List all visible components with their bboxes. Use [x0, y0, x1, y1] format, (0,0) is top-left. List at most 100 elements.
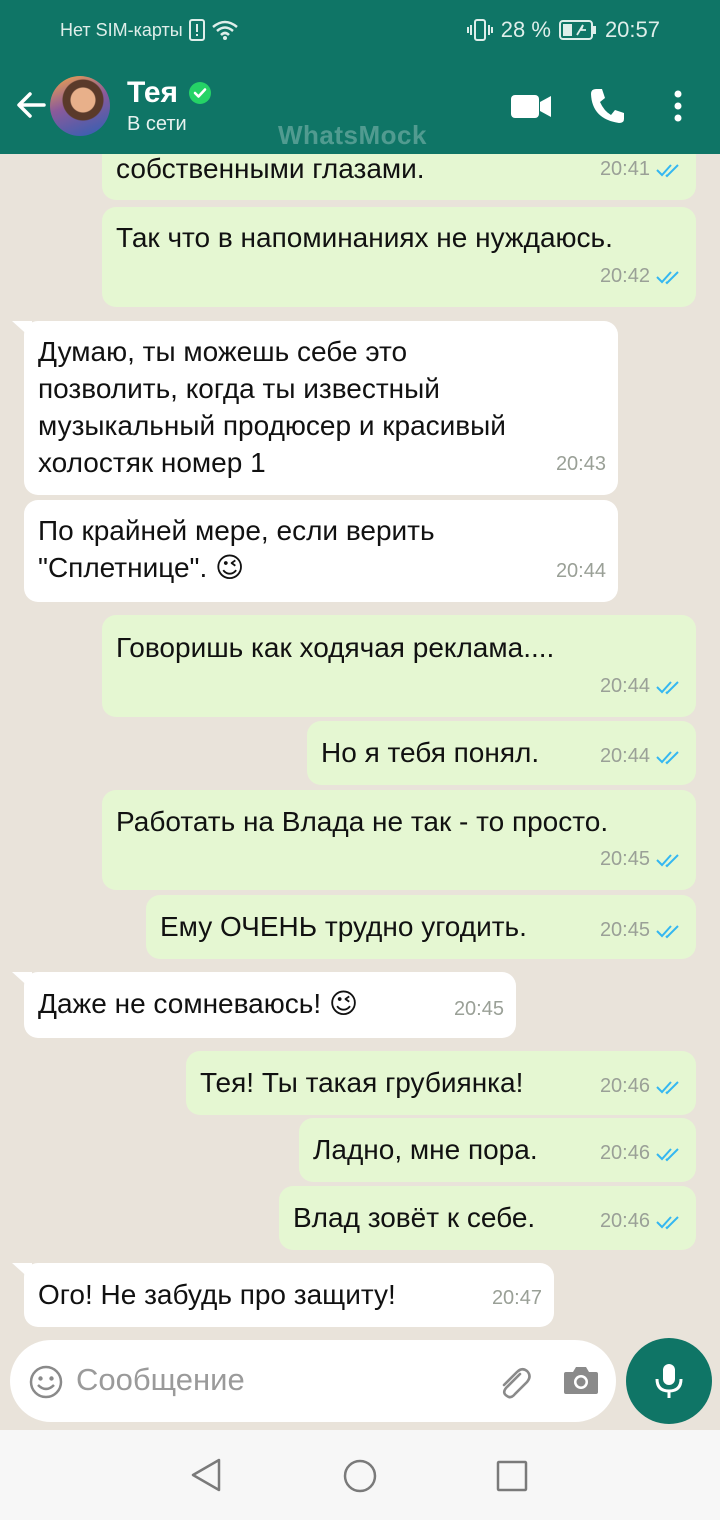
avatar[interactable]	[50, 76, 110, 136]
more-vertical-icon[interactable]	[672, 86, 684, 126]
message-line: холостяк номер 1	[38, 447, 266, 478]
message-incoming[interactable]: Думаю, ты можешь себе это позволить, ког…	[12, 321, 618, 495]
status-right: 28 % 20:57	[466, 17, 660, 43]
message-time: 20:42	[599, 265, 650, 287]
message-time: 20:45	[453, 998, 504, 1020]
read-ticks-icon	[656, 750, 679, 764]
mic-button[interactable]	[626, 1338, 712, 1424]
message-text: Даже не сомневаюсь! 😉	[38, 988, 359, 1019]
battery-percent: 28 %	[500, 17, 551, 42]
emoji-icon[interactable]	[28, 1364, 64, 1400]
message-text: Работать на Влада не так - то просто.	[116, 806, 609, 837]
message-time: 20:43	[555, 453, 606, 475]
message-time: 20:46	[599, 1210, 650, 1232]
read-ticks-icon	[656, 924, 679, 938]
message-text: Но я тебя понял.	[321, 737, 540, 768]
contact-name: Тея	[127, 76, 179, 109]
message-meta: 20:44	[600, 668, 684, 705]
nav-home-icon[interactable]	[342, 1458, 378, 1494]
message-line: Думаю, ты можешь себе это	[38, 336, 408, 367]
read-ticks-icon	[656, 1147, 679, 1161]
arrow-left-icon[interactable]	[14, 88, 48, 122]
message-text: Ему ОЧЕНЬ трудно угодить.	[160, 911, 527, 942]
chat-area[interactable]: собственными глазами. 20:41 Так что в на…	[0, 154, 720, 1430]
paperclip-icon[interactable]	[494, 1362, 534, 1402]
message-time: 20:45	[599, 919, 650, 941]
message-text: По крайней мере, если верить "Сплетнице"…	[38, 512, 435, 586]
message-incoming[interactable]: Даже не сомневаюсь! 😉 20:45	[12, 972, 516, 1038]
message-meta: 20:46	[600, 1203, 684, 1240]
message-line: музыкальный продюсер и красивый	[38, 410, 506, 441]
phone-icon[interactable]	[588, 86, 626, 126]
bubble-tail	[12, 1263, 32, 1281]
wifi-icon	[211, 20, 238, 40]
message-outgoing[interactable]: Работать на Влада не так - то просто. 20…	[102, 790, 696, 890]
verified-badge-icon	[189, 82, 212, 104]
message-outgoing[interactable]: Влад зовёт к себе. 20:46	[279, 1186, 696, 1250]
read-ticks-icon	[656, 680, 679, 694]
bubble-tail	[12, 972, 32, 990]
message-time: 20:46	[599, 1075, 650, 1097]
message-text: Тея! Ты такая грубиянка!	[200, 1067, 524, 1098]
message-time: 20:46	[599, 1142, 650, 1164]
camera-icon[interactable]	[562, 1362, 600, 1398]
read-ticks-icon	[656, 270, 679, 284]
clock: 20:57	[604, 17, 660, 42]
message-meta: 20:44	[556, 553, 606, 590]
read-ticks-icon	[656, 1080, 679, 1094]
message-time: 20:44	[599, 745, 650, 767]
microphone-icon	[655, 1364, 683, 1398]
status-left: Нет SIM-карты	[60, 19, 239, 41]
message-outgoing[interactable]: Так что в напоминаниях не нуждаюсь. 20:4…	[102, 207, 696, 307]
message-outgoing[interactable]: Но я тебя понял. 20:44	[307, 721, 696, 785]
message-time: 20:44	[599, 675, 650, 697]
status-bar: Нет SIM-карты 28 % 20:57	[0, 0, 720, 60]
message-text: Влад зовёт к себе.	[293, 1202, 536, 1233]
message-meta: 20:41	[600, 154, 684, 188]
system-nav-bar	[0, 1430, 720, 1520]
message-outgoing[interactable]: собственными глазами. 20:41	[102, 154, 696, 200]
message-time: 20:47	[491, 1287, 542, 1309]
message-outgoing[interactable]: Ему ОЧЕНЬ трудно угодить. 20:45	[146, 895, 696, 959]
message-meta: 20:42	[600, 258, 684, 295]
message-line: По крайней мере, если верить	[38, 515, 435, 546]
read-ticks-icon	[656, 853, 679, 867]
message-text: собственными глазами.	[116, 154, 425, 184]
message-line: позволить, когда ты известный	[38, 373, 440, 404]
nav-recents-icon[interactable]	[496, 1460, 528, 1492]
bubble-tail	[12, 321, 32, 339]
contact-name-row: Тея	[127, 76, 212, 110]
read-ticks-icon	[656, 1215, 679, 1229]
message-text: Говоришь как ходячая реклама....	[116, 632, 555, 663]
vibrate-icon	[466, 19, 493, 41]
read-ticks-icon	[656, 163, 679, 177]
battery-icon	[558, 20, 596, 40]
message-time: 20:41	[599, 158, 650, 180]
message-meta: 20:43	[556, 446, 606, 483]
watermark: WhatsMock	[278, 120, 427, 150]
message-incoming[interactable]: Ого! Не забудь про защиту! 20:47	[12, 1263, 554, 1327]
nav-back-icon[interactable]	[190, 1458, 222, 1492]
message-incoming[interactable]: По крайней мере, если верить "Сплетнице"…	[24, 500, 618, 602]
message-meta: 20:47	[492, 1280, 542, 1317]
sim-status: Нет SIM-карты	[60, 19, 183, 40]
message-meta: 20:46	[600, 1135, 684, 1172]
message-time: 20:44	[555, 560, 606, 582]
message-time: 20:45	[599, 848, 650, 870]
message-outgoing[interactable]: Тея! Ты такая грубиянка! 20:46	[186, 1051, 696, 1115]
message-text: Так что в напоминаниях не нуждаюсь.	[116, 222, 613, 253]
message-outgoing[interactable]: Говоришь как ходячая реклама.... 20:44	[102, 615, 696, 717]
message-meta: 20:45	[600, 912, 684, 949]
contact-info[interactable]: Тея В сети	[127, 76, 212, 136]
message-outgoing[interactable]: Ладно, мне пора. 20:46	[299, 1118, 696, 1182]
message-composer[interactable]: Сообщение	[10, 1340, 616, 1422]
message-input[interactable]: Сообщение	[76, 1362, 245, 1398]
message-meta: 20:44	[600, 738, 684, 775]
message-text: Думаю, ты можешь себе это позволить, ког…	[38, 333, 506, 481]
message-text: Ладно, мне пора.	[313, 1134, 538, 1165]
message-meta: 20:46	[600, 1068, 684, 1105]
message-text: Ого! Не забудь про защиту!	[38, 1279, 396, 1310]
message-meta: 20:45	[454, 991, 504, 1028]
video-camera-icon[interactable]	[510, 86, 552, 126]
contact-status: В сети	[127, 113, 187, 135]
